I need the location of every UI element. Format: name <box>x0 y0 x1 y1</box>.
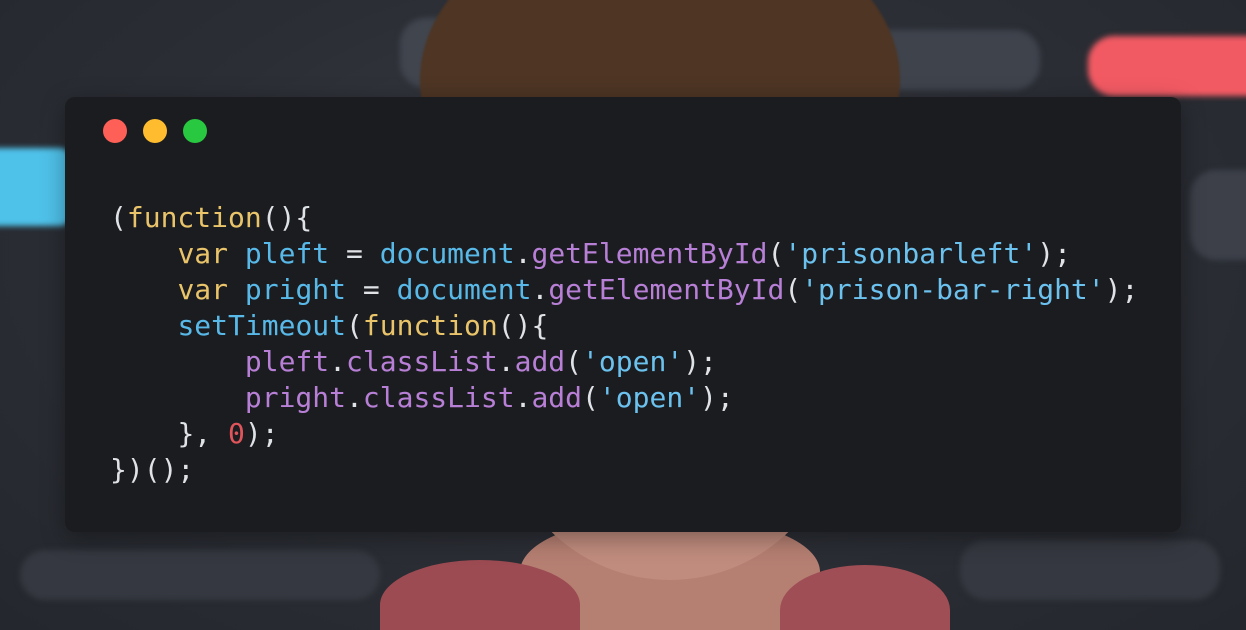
background-blur-shape <box>960 540 1220 600</box>
code-token-method: getElementById <box>531 237 768 270</box>
code-token-plain: ( <box>346 309 363 342</box>
code-token-string: 'prisonbarleft' <box>784 237 1038 270</box>
code-token-plain: (){ <box>497 309 549 342</box>
code-token-string: 'prison-bar-right' <box>801 273 1105 306</box>
code-line: pleft.classList.add('open'); <box>110 344 1138 380</box>
code-line: var pleft = document.getElementById('pri… <box>110 236 1138 272</box>
code-token-plain: . <box>497 345 515 378</box>
code-token-ident: pright <box>244 273 347 306</box>
code-token-string: 'open' <box>582 345 684 378</box>
code-token-keyword: var <box>177 273 229 306</box>
code-token-plain: . <box>514 381 532 414</box>
code-token-string: 'open' <box>598 381 701 414</box>
code-token-plain: ); <box>700 381 734 414</box>
code-token-plain: ( <box>565 345 583 378</box>
minimize-dot-icon[interactable] <box>143 119 167 143</box>
code-token-number: 0 <box>228 417 245 450</box>
code-token-ident: setTimeout <box>177 309 347 342</box>
code-token-keyword: function <box>362 309 498 342</box>
code-token-plain: ( <box>767 237 785 270</box>
code-block: (function(){ var pleft = document.getEle… <box>110 200 1138 488</box>
background-blur-shape <box>20 550 380 600</box>
code-token-method: pright <box>244 381 347 414</box>
code-token-method: getElementById <box>548 273 785 306</box>
code-token-plain: ); <box>244 417 279 450</box>
code-token-plain: }, <box>177 417 229 450</box>
code-window: (function(){ var pleft = document.getEle… <box>65 97 1181 532</box>
code-token-plain: . <box>346 381 363 414</box>
code-token-plain: (){ <box>261 201 313 234</box>
code-line: (function(){ <box>110 200 1138 236</box>
code-line: })(); <box>110 452 1138 488</box>
window-traffic-lights <box>103 119 207 143</box>
code-token-ident: document <box>396 273 532 306</box>
background-blur-shape <box>1190 170 1246 260</box>
code-token-plain: ); <box>683 345 717 378</box>
background-blur-shape <box>0 148 70 226</box>
code-token-plain: . <box>531 273 549 306</box>
code-token-plain: . <box>329 345 347 378</box>
code-line: }, 0); <box>110 416 1138 452</box>
code-token-plain: = <box>329 237 380 270</box>
code-line: pright.classList.add('open'); <box>110 380 1138 416</box>
code-token-method: add <box>531 381 583 414</box>
code-token-method: pleft <box>244 345 330 378</box>
code-token-plain: ( <box>582 381 599 414</box>
code-token-method: add <box>514 345 566 378</box>
code-token-keyword: function <box>126 201 262 234</box>
code-token-keyword: var <box>177 237 229 270</box>
maximize-dot-icon[interactable] <box>183 119 207 143</box>
code-token-method: classList <box>346 345 498 378</box>
code-token-plain: ); <box>1037 237 1071 270</box>
code-line: var pright = document.getElementById('pr… <box>110 272 1138 308</box>
code-token-plain: ( <box>784 273 802 306</box>
code-token-plain: ( <box>110 201 127 234</box>
code-token-plain: ); <box>1104 273 1139 306</box>
code-token-ident: document <box>379 237 515 270</box>
code-token-method: classList <box>362 381 515 414</box>
code-token-plain: . <box>514 237 532 270</box>
close-dot-icon[interactable] <box>103 119 127 143</box>
background-blur-shape <box>1088 36 1246 96</box>
code-token-plain: = <box>346 273 397 306</box>
code-token-ident: pleft <box>244 237 330 270</box>
code-line: setTimeout(function(){ <box>110 308 1138 344</box>
code-token-plain: })(); <box>110 453 195 486</box>
